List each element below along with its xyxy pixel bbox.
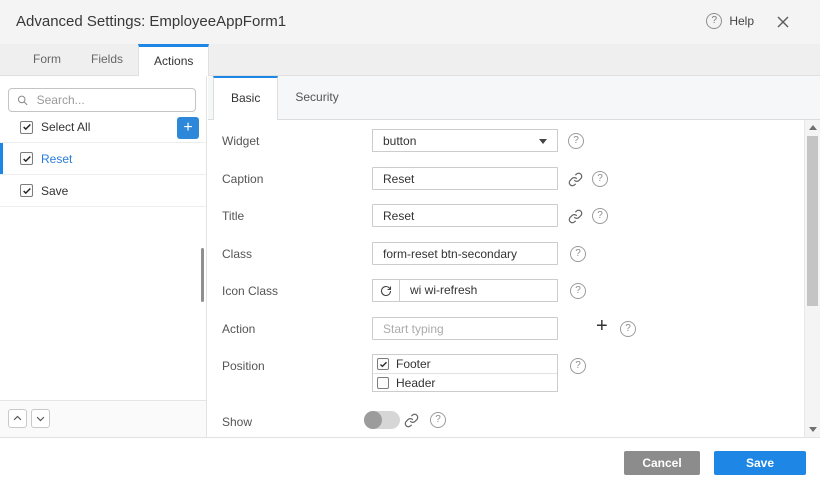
icon-class-value[interactable]: wi wi-refresh <box>400 280 477 301</box>
header-checkbox[interactable] <box>377 377 389 389</box>
icon-class-help-icon[interactable]: ? <box>570 283 586 299</box>
add-action-button[interactable]: + <box>177 117 199 139</box>
icon-class-label: Icon Class <box>222 284 278 298</box>
vertical-scrollbar <box>804 120 820 437</box>
caption-bind-link-icon[interactable] <box>568 172 583 187</box>
search-icon <box>17 94 29 107</box>
class-help-icon[interactable]: ? <box>570 246 586 262</box>
dialog-header: Advanced Settings: EmployeeAppForm1 ? He… <box>0 0 820 44</box>
actions-sidebar: Select All + Reset Save <box>0 76 207 437</box>
action-help-icon[interactable]: ? <box>620 321 636 337</box>
checkmark-icon <box>379 360 388 369</box>
reset-item-label: Reset <box>41 152 72 166</box>
footer-option-label: Footer <box>396 357 431 371</box>
widget-label: Widget <box>222 134 259 148</box>
tab-security[interactable]: Security <box>278 76 355 119</box>
position-help-icon[interactable]: ? <box>570 358 586 374</box>
widget-help-icon[interactable]: ? <box>568 133 584 149</box>
advanced-settings-dialog: Advanced Settings: EmployeeAppForm1 ? He… <box>0 0 820 491</box>
search-box <box>8 88 196 112</box>
footer-checkbox[interactable] <box>377 358 389 370</box>
show-bind-link-icon[interactable] <box>404 413 419 428</box>
chevron-up-icon <box>12 413 23 424</box>
cancel-button[interactable]: Cancel <box>624 451 700 475</box>
title-help-icon[interactable]: ? <box>592 208 608 224</box>
select-all-row[interactable]: Select All + <box>0 112 206 143</box>
splitter-handle[interactable] <box>201 248 204 302</box>
tab-fields[interactable]: Fields <box>76 44 138 75</box>
search-input[interactable] <box>35 92 187 108</box>
field-row-action: Action + ? <box>208 317 804 341</box>
basic-settings-form: Widget button ? Caption ? Title <box>208 120 820 437</box>
refresh-icon <box>380 285 392 297</box>
scrollbar-thumb[interactable] <box>807 136 818 306</box>
save-checkbox[interactable] <box>20 184 33 197</box>
class-label: Class <box>222 247 252 261</box>
dropdown-arrow-icon <box>539 139 547 144</box>
checkmark-icon <box>22 186 32 196</box>
field-row-class: Class ? <box>208 242 804 266</box>
save-item-label: Save <box>41 184 68 198</box>
field-row-icon-class: Icon Class wi wi-refresh ? <box>208 279 804 303</box>
sidebar-item-save[interactable]: Save <box>0 175 206 207</box>
position-options-list: Footer Header <box>372 354 558 392</box>
field-row-widget: Widget button ? <box>208 129 804 153</box>
panel-tab-bar: Basic Security <box>208 76 820 120</box>
scroll-up-arrow-icon[interactable] <box>805 121 820 135</box>
position-label: Position <box>222 359 265 373</box>
header-option-label: Header <box>396 376 435 390</box>
tab-form[interactable]: Form <box>18 44 76 75</box>
tab-actions[interactable]: Actions <box>138 44 209 76</box>
sidebar-item-reset[interactable]: Reset <box>0 143 206 175</box>
select-all-label: Select All <box>41 120 90 134</box>
show-label: Show <box>222 415 252 429</box>
toggle-knob <box>364 411 382 429</box>
position-option-header[interactable]: Header <box>373 373 557 391</box>
field-row-show: Show ? <box>208 410 804 434</box>
icon-preview-button[interactable] <box>373 280 400 301</box>
caption-help-icon[interactable]: ? <box>592 171 608 187</box>
tab-basic[interactable]: Basic <box>213 76 278 120</box>
help-button[interactable]: ? Help <box>706 13 754 29</box>
scroll-down-arrow-icon[interactable] <box>805 422 820 436</box>
class-input[interactable] <box>372 242 558 265</box>
action-input[interactable] <box>372 317 558 340</box>
show-help-icon[interactable]: ? <box>430 412 446 428</box>
field-row-title: Title ? <box>208 204 804 228</box>
widget-select[interactable]: button <box>372 129 558 152</box>
field-row-position: Position Footer Header ? <box>208 354 804 393</box>
title-bind-link-icon[interactable] <box>568 209 583 224</box>
move-up-button[interactable] <box>8 409 27 428</box>
save-button[interactable]: Save <box>714 451 806 475</box>
main-tab-bar: Form Fields Actions <box>0 44 820 76</box>
dialog-title: Advanced Settings: EmployeeAppForm1 <box>16 13 286 30</box>
show-toggle[interactable] <box>364 411 400 429</box>
widget-select-value: button <box>383 134 416 148</box>
sidebar-footer <box>0 400 206 437</box>
help-icon: ? <box>706 13 722 29</box>
title-input[interactable] <box>372 204 558 227</box>
field-row-caption: Caption ? <box>208 167 804 191</box>
settings-panel: Basic Security Widget button ? Caption <box>208 76 820 437</box>
caption-label: Caption <box>222 172 263 186</box>
position-option-footer[interactable]: Footer <box>373 355 557 373</box>
icon-class-input-group: wi wi-refresh <box>372 279 558 302</box>
close-icon[interactable] <box>776 15 790 29</box>
move-down-button[interactable] <box>31 409 50 428</box>
dialog-footer: Cancel Save <box>0 437 820 491</box>
title-label: Title <box>222 209 244 223</box>
select-all-checkbox[interactable] <box>20 121 33 134</box>
selected-indicator <box>0 143 3 174</box>
add-action-icon[interactable]: + <box>596 315 608 338</box>
caption-input[interactable] <box>372 167 558 190</box>
checkmark-icon <box>22 154 32 164</box>
reset-checkbox[interactable] <box>20 152 33 165</box>
action-label: Action <box>222 322 255 336</box>
help-label: Help <box>729 14 754 28</box>
chevron-down-icon <box>35 413 46 424</box>
checkmark-icon <box>22 122 32 132</box>
